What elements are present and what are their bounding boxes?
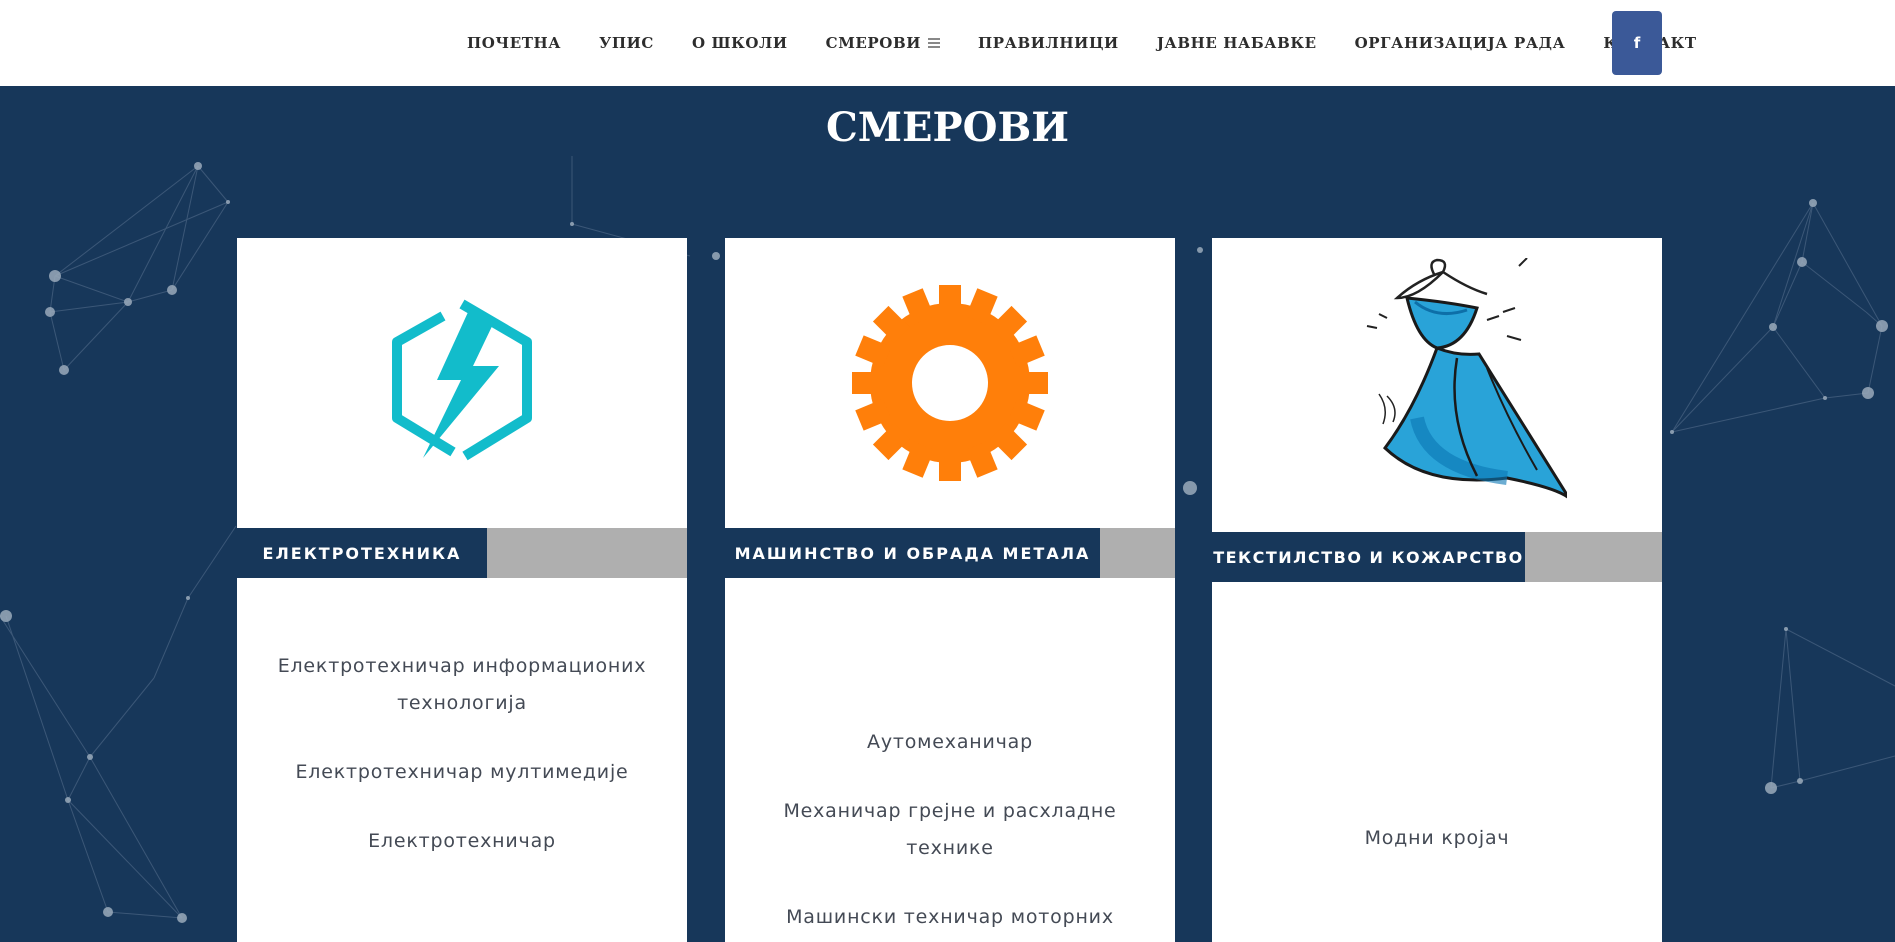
course-card-electrical: ЕЛЕКТРОТЕХНИКА Електротехничар информаци… (237, 238, 687, 942)
course-item[interactable]: Машински техничар моторних (745, 899, 1155, 936)
nav-item-enrollment[interactable]: УПИС (599, 34, 654, 52)
course-list: Електротехничар информационих технологиј… (257, 648, 667, 892)
dress-on-hanger-icon (1366, 258, 1567, 499)
course-item[interactable]: Аутомеханичар (745, 724, 1155, 761)
card-label[interactable]: МАШИНСТВО И ОБРАДА МЕТАЛА (725, 528, 1100, 578)
course-card-mechanical: МАШИНСТВО И ОБРАДА МЕТАЛА Аутомеханичар … (725, 238, 1175, 942)
course-list: Модни кројач (1232, 820, 1642, 889)
nav-item-label: ЈАВНЕ НАБАВКЕ (1156, 34, 1317, 52)
nav-item-work-organization[interactable]: ОРГАНИЗАЦИЈА РАДА (1355, 34, 1566, 52)
course-list: Аутомеханичар Механичар грејне и расхлад… (745, 724, 1155, 942)
course-item[interactable]: Електротехничар информационих технологиј… (257, 648, 667, 722)
card-label[interactable]: ТЕКСТИЛСТВО И КОЖАРСТВО (1212, 532, 1525, 582)
card-label-bar: ТЕКСТИЛСТВО И КОЖАРСТВО (1212, 532, 1662, 582)
main-menu: ПОЧЕТНА УПИС О ШКОЛИ СМЕРОВИ ПРАВИЛНИЦИ … (467, 0, 1735, 86)
facebook-button[interactable]: f (1612, 11, 1662, 75)
card-image[interactable] (725, 238, 1175, 528)
hamburger-menu-icon (928, 38, 941, 48)
nav-item-about-school[interactable]: О ШКОЛИ (692, 34, 788, 52)
card-image[interactable] (1212, 238, 1662, 528)
card-label[interactable]: ЕЛЕКТРОТЕХНИКА (237, 528, 487, 578)
card-image[interactable] (237, 238, 687, 528)
course-item[interactable]: Електротехничар (257, 823, 667, 860)
nav-item-label: ОРГАНИЗАЦИЈА РАДА (1354, 34, 1566, 52)
course-card-textile: ТЕКСТИЛСТВО И КОЖАРСТВО Модни кројач (1212, 238, 1662, 942)
nav-item-label: ПОЧЕТНА (467, 34, 562, 52)
section-title: СМЕРОВИ (825, 104, 1070, 151)
nav-item-home[interactable]: ПОЧЕТНА (467, 34, 561, 52)
nav-item-label: О ШКОЛИ (691, 34, 788, 52)
nav-item-public-procurement[interactable]: ЈАВНЕ НАБАВКЕ (1157, 34, 1317, 52)
card-label-bar: ЕЛЕКТРОТЕХНИКА (237, 528, 687, 578)
courses-section: СМЕРОВИ ЕЛЕКТРОТЕХНИКА Електротехничар и… (0, 86, 1895, 942)
gear-icon (852, 285, 1048, 481)
nav-item-regulations[interactable]: ПРАВИЛНИЦИ (978, 34, 1119, 52)
facebook-icon: f (1633, 34, 1641, 52)
card-label-bar: МАШИНСТВО И ОБРАДА МЕТАЛА (725, 528, 1175, 578)
nav-item-label: УПИС (599, 34, 654, 52)
nav-item-label: ПРАВИЛНИЦИ (978, 34, 1119, 52)
nav-item-label: СМЕРОВИ (825, 34, 922, 52)
course-item[interactable]: Механичар грејне и расхладне технике (745, 793, 1155, 867)
top-navigation-bar: ПОЧЕТНА УПИС О ШКОЛИ СМЕРОВИ ПРАВИЛНИЦИ … (0, 0, 1895, 86)
course-item[interactable]: Модни кројач (1232, 820, 1642, 857)
lightning-hexagon-icon (392, 299, 532, 461)
course-item[interactable]: Електротехничар мултимедије (257, 754, 667, 791)
nav-item-courses[interactable]: СМЕРОВИ (825, 34, 941, 52)
